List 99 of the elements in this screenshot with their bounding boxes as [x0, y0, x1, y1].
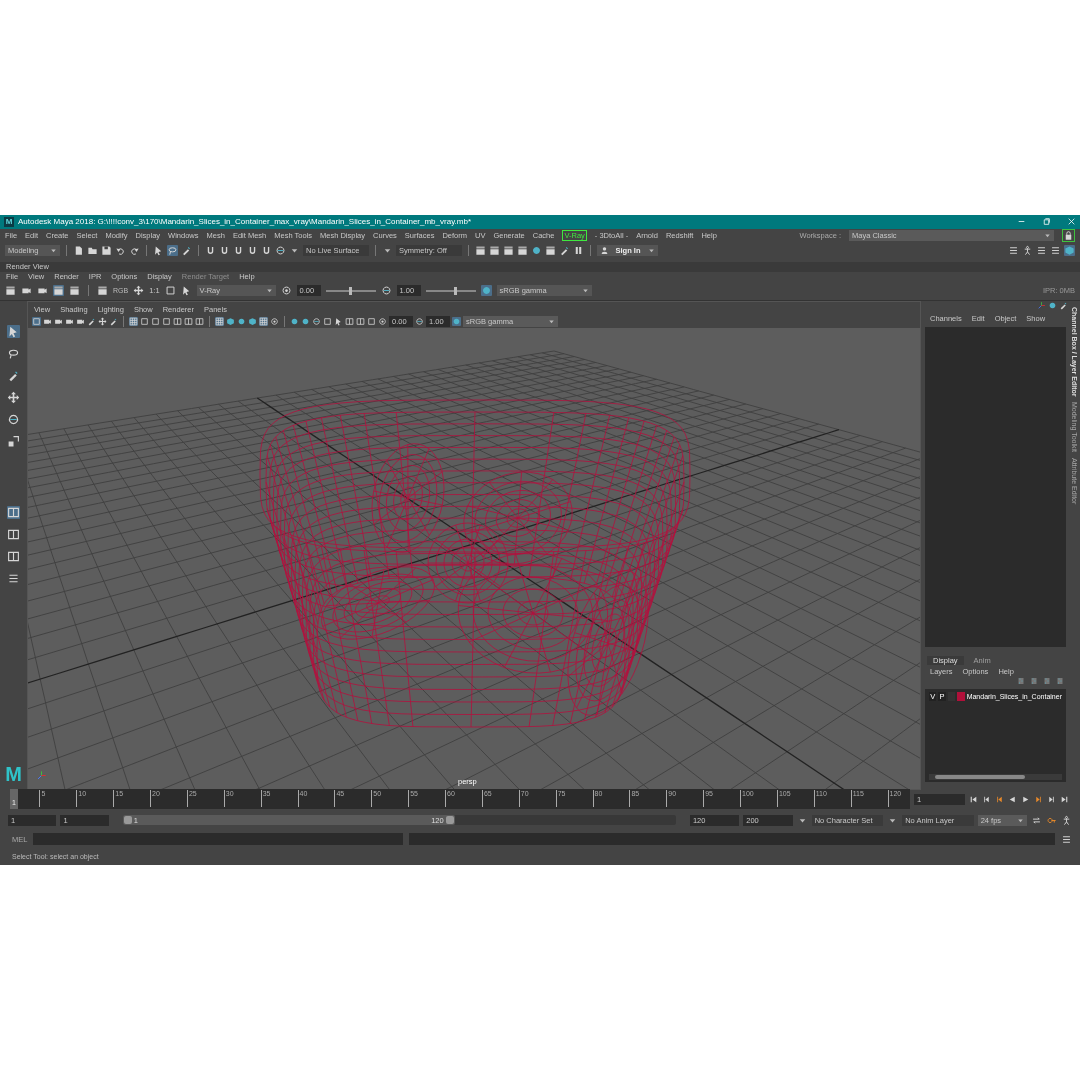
previous-key-icon[interactable] — [995, 794, 1004, 804]
rotate-icon[interactable] — [380, 285, 392, 297]
clapperboard-icon[interactable] — [53, 285, 64, 297]
grid-icon[interactable] — [129, 316, 138, 326]
play-backward-icon[interactable] — [1008, 794, 1017, 804]
clapperboard-icon[interactable] — [5, 285, 16, 297]
sliders-icon[interactable] — [1043, 676, 1051, 685]
magnet-icon[interactable] — [247, 245, 258, 257]
next-key-icon[interactable] — [1034, 794, 1043, 804]
cube-icon[interactable] — [1064, 245, 1075, 257]
window-title: Autodesk Maya 2018: G:\!!!!conv_3\170\Mandarin_Slices_in_Container_max_vray\Mandarin_Slices_in_Container_mb_vray.mb* — [18, 217, 471, 227]
square-icon[interactable] — [164, 285, 176, 297]
sphere-icon[interactable] — [452, 316, 461, 326]
folder-icon[interactable] — [87, 245, 98, 257]
sliders-icon[interactable] — [1056, 676, 1064, 685]
cube-icon[interactable] — [226, 316, 235, 326]
list-icon[interactable] — [1036, 245, 1047, 257]
sliders-icon[interactable] — [1017, 676, 1025, 685]
axis-gizmo-icon[interactable] — [1037, 300, 1046, 310]
rotate-icon[interactable] — [415, 316, 424, 326]
layer-color-swatch[interactable] — [957, 692, 965, 702]
skip-to-start-icon[interactable] — [969, 794, 978, 804]
clapperboard-icon[interactable] — [97, 285, 108, 297]
square-icon[interactable] — [162, 316, 171, 326]
play-icon[interactable] — [1021, 794, 1030, 804]
undo-icon[interactable] — [115, 245, 126, 257]
clapperboard-icon[interactable] — [503, 245, 514, 257]
rotate-icon[interactable] — [275, 245, 286, 257]
range-bar[interactable] — [122, 815, 455, 826]
square-icon[interactable] — [367, 316, 376, 326]
horizontal-scrollbar[interactable] — [929, 773, 1062, 780]
range-start-handle[interactable] — [123, 816, 132, 825]
square-icon[interactable] — [323, 316, 332, 326]
magnet-icon[interactable] — [205, 245, 216, 257]
cube-icon[interactable] — [248, 316, 257, 326]
maya-logo: M — [5, 763, 22, 784]
rotate-icon[interactable] — [7, 412, 20, 426]
arrow-cursor-icon[interactable] — [7, 324, 20, 338]
clapperboard-icon[interactable] — [489, 245, 500, 257]
panel-layout-icon[interactable] — [173, 316, 182, 326]
step-back-icon[interactable] — [982, 794, 991, 804]
arrow-cursor-icon[interactable] — [334, 316, 343, 326]
panel-layout-icon[interactable] — [195, 316, 204, 326]
brush-icon[interactable] — [1059, 300, 1068, 310]
step-forward-icon[interactable] — [1047, 794, 1056, 804]
skip-to-end-icon[interactable] — [1060, 794, 1069, 804]
move-icon[interactable] — [7, 390, 20, 404]
figure-icon[interactable] — [1022, 245, 1033, 257]
lasso-icon[interactable] — [167, 245, 178, 257]
command-input-field[interactable] — [33, 833, 404, 846]
rotate-icon[interactable] — [312, 316, 321, 326]
panel-layout-icon[interactable] — [184, 316, 193, 326]
range-end-handle[interactable] — [445, 816, 454, 825]
restore-icon[interactable] — [1042, 217, 1051, 227]
clapperboard-icon[interactable] — [517, 245, 528, 257]
scale-icon[interactable] — [7, 434, 20, 448]
clapperboard-icon[interactable] — [475, 245, 486, 257]
page-icon[interactable] — [73, 245, 84, 257]
brush-icon[interactable] — [181, 245, 192, 257]
magnet-icon[interactable] — [233, 245, 244, 257]
close-icon[interactable] — [1067, 217, 1076, 227]
move-icon[interactable] — [133, 285, 145, 297]
magnet-icon[interactable] — [219, 245, 230, 257]
pause-icon[interactable] — [573, 245, 584, 257]
gear-icon[interactable] — [270, 316, 279, 326]
gear-icon[interactable] — [378, 316, 387, 326]
clapperboard-icon[interactable] — [545, 245, 556, 257]
square-icon[interactable] — [151, 316, 160, 326]
slider-thumb[interactable] — [348, 286, 352, 295]
panel-layout-icon[interactable] — [7, 549, 20, 563]
list-icon[interactable] — [1050, 245, 1061, 257]
panel-layout-icon[interactable] — [7, 505, 20, 519]
square-icon[interactable] — [32, 316, 41, 326]
sphere-icon[interactable] — [480, 285, 492, 297]
sliders-icon[interactable] — [1030, 676, 1038, 685]
brush-icon[interactable] — [87, 316, 96, 326]
user-icon[interactable] — [600, 246, 609, 256]
list-icon[interactable] — [1008, 245, 1019, 257]
figure-icon[interactable] — [1061, 814, 1072, 826]
app-logo: M — [4, 216, 14, 227]
redo-icon[interactable] — [129, 245, 140, 257]
reference-toggle[interactable] — [947, 692, 956, 702]
gear-icon[interactable] — [280, 285, 292, 297]
brush-icon[interactable] — [109, 316, 118, 326]
loop-icon[interactable] — [1031, 814, 1042, 826]
lock-icon[interactable] — [1063, 229, 1074, 241]
slider-thumb[interactable] — [454, 286, 458, 295]
move-icon[interactable] — [98, 316, 107, 326]
clapperboard-icon[interactable] — [69, 285, 80, 297]
panel-layout-icon[interactable] — [356, 316, 365, 326]
grid-icon[interactable] — [259, 316, 268, 326]
axis-gizmo-icon — [36, 769, 47, 781]
square-icon[interactable] — [140, 316, 149, 326]
panel-layout-icon[interactable] — [7, 527, 20, 541]
list-icon[interactable] — [1061, 833, 1072, 845]
panel-layout-icon[interactable] — [345, 316, 354, 326]
magnet-icon[interactable] — [261, 245, 272, 257]
grid-icon[interactable] — [215, 316, 224, 326]
brush-icon[interactable] — [559, 245, 570, 257]
